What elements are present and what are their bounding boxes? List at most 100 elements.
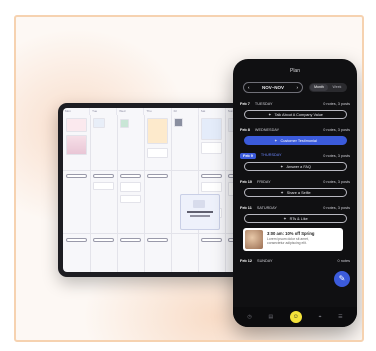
day-date: Feb 11 — [240, 206, 252, 210]
calendar-event-chip[interactable] — [120, 174, 141, 178]
grid-line — [171, 115, 172, 272]
tablet-header-day: Fri — [172, 108, 199, 115]
content-idea-pill[interactable]: ✦ Share a Selfie — [244, 188, 347, 197]
day-header[interactable]: Feb 9 THURSDAY 0 notes, 3 posts — [240, 152, 350, 160]
post-title: 3:00 am: 10% off Spring — [267, 231, 315, 236]
calendar-event-chip[interactable] — [201, 174, 222, 178]
calendar-post-card[interactable] — [93, 182, 114, 190]
calendar-post-card[interactable] — [201, 142, 222, 154]
calendar-post-card[interactable] — [66, 135, 87, 155]
tablet-header-day: Wed — [117, 108, 145, 115]
day-date: Feb 10 — [240, 180, 253, 184]
tablet-header-day: Thu — [144, 108, 172, 115]
calendar-post-card[interactable] — [66, 118, 87, 132]
day-count: 0 notes — [337, 259, 350, 263]
calendar-event-chip[interactable] — [93, 238, 114, 242]
lightbulb-icon: ✦ — [280, 164, 284, 169]
day-weekday: THURSDAY — [260, 153, 282, 157]
day-count: 0 notes, 3 posts — [323, 128, 350, 132]
day-header[interactable]: Feb 8 WEDNESDAY 0 notes, 3 posts — [240, 126, 350, 134]
calendar-event-chip[interactable] — [201, 238, 222, 242]
calendar-post-card[interactable] — [147, 118, 168, 144]
post-preview-popup[interactable] — [180, 194, 220, 230]
pill-label: RTs & Like — [289, 216, 308, 221]
calendar-post-card[interactable] — [93, 118, 105, 128]
calendar-event-chip[interactable] — [66, 174, 87, 178]
grid-line — [225, 115, 226, 272]
heart-icon: ✦ — [283, 216, 287, 221]
calendar-post-card[interactable] — [147, 148, 168, 158]
calendar-post-card[interactable] — [120, 119, 129, 128]
nav-explore-icon[interactable]: ⌖ — [319, 314, 322, 320]
edit-icon[interactable]: ✎ — [334, 271, 350, 287]
day-weekday: SUNDAY — [257, 259, 273, 263]
day-weekday: WEDNESDAY — [254, 128, 280, 132]
day-header[interactable]: Feb 7 TUESDAY 0 notes, 3 posts — [240, 100, 350, 108]
day-date: Feb 7 — [240, 102, 250, 106]
popup-title-line — [187, 211, 213, 213]
day-count: 0 notes, 3 posts — [323, 102, 350, 106]
calendar-event-chip[interactable] — [93, 174, 114, 178]
grid-line — [90, 115, 91, 272]
day-header[interactable]: Feb 10 FRIDAY 0 notes, 3 posts — [240, 178, 350, 186]
grid-line — [63, 233, 253, 234]
calendar-event-chip[interactable] — [147, 238, 168, 242]
chevron-left-icon[interactable]: ‹ — [248, 85, 250, 90]
nav-home-icon[interactable]: ☺ — [289, 311, 302, 323]
calendar-post-card[interactable] — [201, 182, 222, 192]
tablet-device: Mon Tue Wed Thu Fri Sat Sun — [58, 103, 258, 277]
day-date: Feb 12 — [240, 259, 253, 263]
date-range-label: NOV–NOV — [261, 85, 284, 90]
tablet-week-header: Mon Tue Wed Thu Fri Sat Sun — [63, 108, 253, 115]
post-thumbnail — [245, 230, 263, 249]
toggle-month[interactable]: Month — [310, 84, 328, 91]
pill-label: Answer a FAQ — [286, 164, 311, 169]
chat-icon: ✦ — [274, 138, 278, 143]
day-count: 0 notes, 3 posts — [323, 206, 350, 210]
grid-line — [63, 170, 253, 171]
lightbulb-icon: ✦ — [268, 112, 272, 117]
camera-icon: ✦ — [280, 190, 284, 195]
phone-device: Plan ‹ NOV–NOV › Month Week Feb 7 TUESDAY… — [233, 59, 357, 327]
content-idea-pill[interactable]: ✦ Customer Testimonial — [244, 136, 347, 145]
tablet-header-day: Sat — [199, 108, 226, 115]
day-header[interactable]: Feb 12 SUNDAY 0 notes — [240, 257, 350, 265]
pill-label: Talk About A Company Value — [274, 112, 323, 117]
day-count: 0 notes, 3 posts — [323, 180, 350, 184]
day-date: Feb 9 — [240, 153, 256, 159]
chevron-right-icon[interactable]: › — [296, 85, 298, 90]
view-toggle[interactable]: Month Week — [309, 83, 347, 92]
popup-text-line — [190, 215, 210, 217]
calendar-event-chip[interactable] — [147, 174, 168, 178]
tablet-header-day: Mon — [63, 108, 91, 115]
calendar-post-card[interactable] — [201, 118, 222, 140]
grid-line — [144, 115, 145, 272]
toggle-week[interactable]: Week — [328, 84, 346, 91]
calendar-post-card[interactable] — [120, 182, 141, 192]
calendar-event-chip[interactable] — [66, 238, 87, 242]
popup-thumbnail — [193, 200, 205, 208]
date-range-selector[interactable]: ‹ NOV–NOV › — [243, 82, 303, 93]
day-weekday: TUESDAY — [254, 102, 273, 106]
day-header[interactable]: Feb 11 SATURDAY 0 notes, 3 posts — [240, 204, 350, 212]
day-date: Feb 8 — [240, 128, 250, 132]
preview-card: Mon Tue Wed Thu Fri Sat Sun Plan ‹ NOV–N… — [14, 15, 364, 342]
pill-label: Customer Testimonial — [280, 138, 317, 143]
calendar-post-card[interactable] — [174, 118, 183, 127]
pill-label: Share a Selfie — [286, 190, 311, 195]
content-idea-pill[interactable]: ✦ RTs & Like — [244, 214, 347, 223]
tablet-calendar-screen: Mon Tue Wed Thu Fri Sat Sun — [63, 108, 253, 272]
bottom-nav: ◷ ▤ ☺ ⌖ ☰ — [233, 307, 357, 327]
nav-menu-icon[interactable]: ☰ — [338, 314, 342, 320]
page-title: Plan — [289, 68, 300, 74]
nav-clock-icon[interactable]: ◷ — [247, 314, 251, 320]
content-idea-pill[interactable]: ✦ Answer a FAQ — [244, 162, 347, 171]
scheduled-post-card[interactable]: 3:00 am: 10% off Spring Lorem ipsum dolo… — [243, 228, 343, 251]
calendar-event-chip[interactable] — [120, 238, 141, 242]
nav-list-icon[interactable]: ▤ — [268, 314, 273, 320]
tablet-header-day: Tue — [90, 108, 118, 115]
day-weekday: SATURDAY — [256, 206, 277, 210]
calendar-post-card[interactable] — [120, 195, 141, 203]
day-weekday: FRIDAY — [257, 180, 271, 184]
content-idea-pill[interactable]: ✦ Talk About A Company Value — [244, 110, 347, 119]
